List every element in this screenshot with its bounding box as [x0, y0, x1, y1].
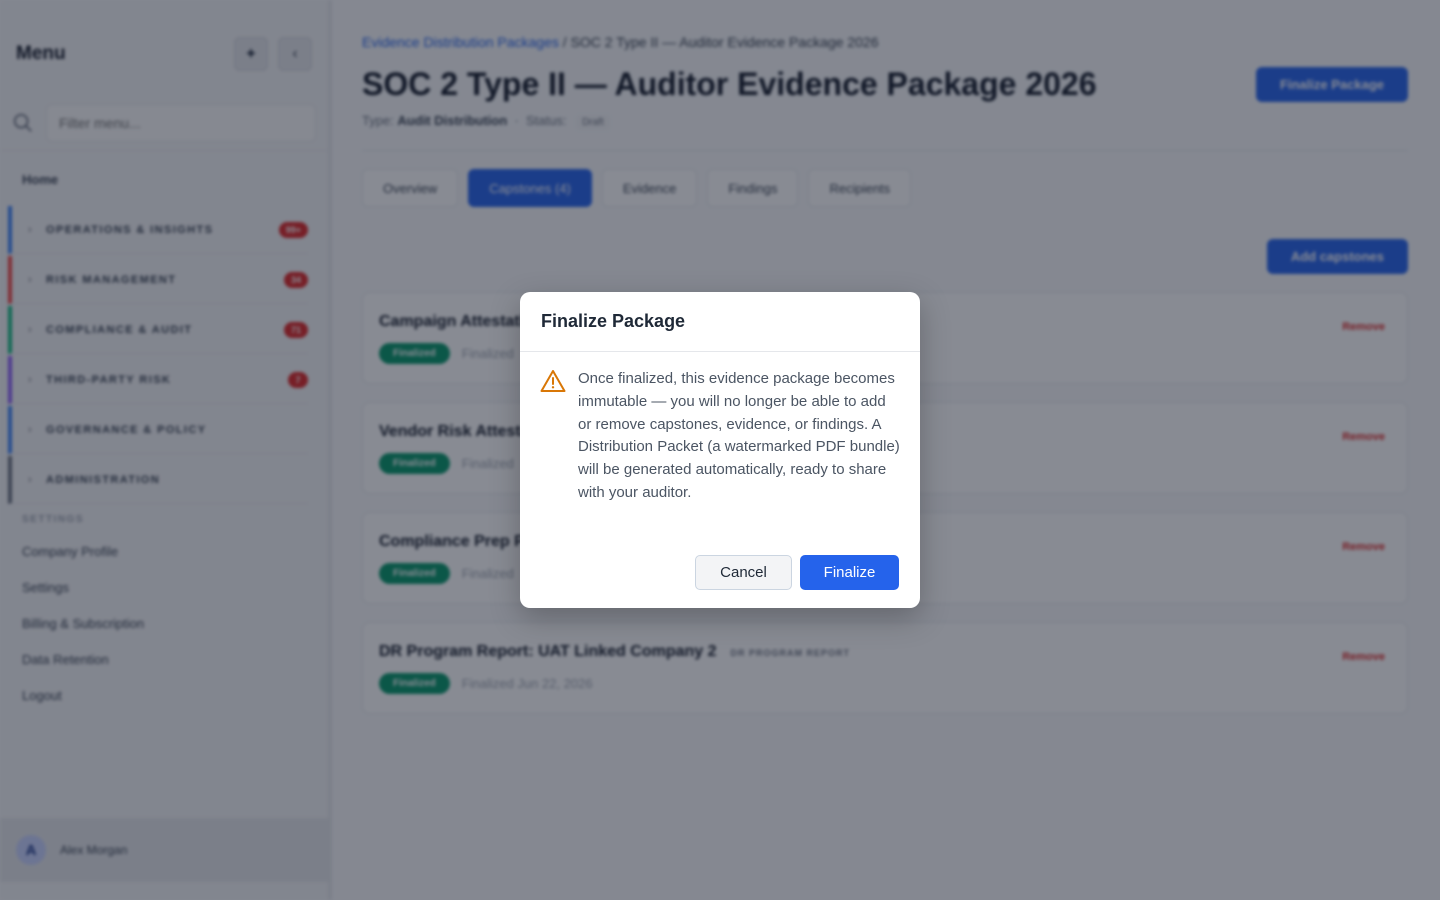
dialog-body: Once finalized, this evidence package be…: [520, 352, 920, 505]
cancel-button[interactable]: Cancel: [695, 555, 792, 590]
finalize-package-dialog: Finalize Package Once finalized, this ev…: [520, 292, 920, 608]
warning-triangle-icon: [540, 370, 566, 392]
dialog-actions: Cancel Finalize: [695, 555, 899, 590]
dialog-message: Once finalized, this evidence package be…: [578, 370, 900, 501]
dialog-title: Finalize Package: [541, 311, 686, 331]
dialog-header: Finalize Package: [520, 292, 920, 352]
finalize-button[interactable]: Finalize: [800, 555, 899, 590]
